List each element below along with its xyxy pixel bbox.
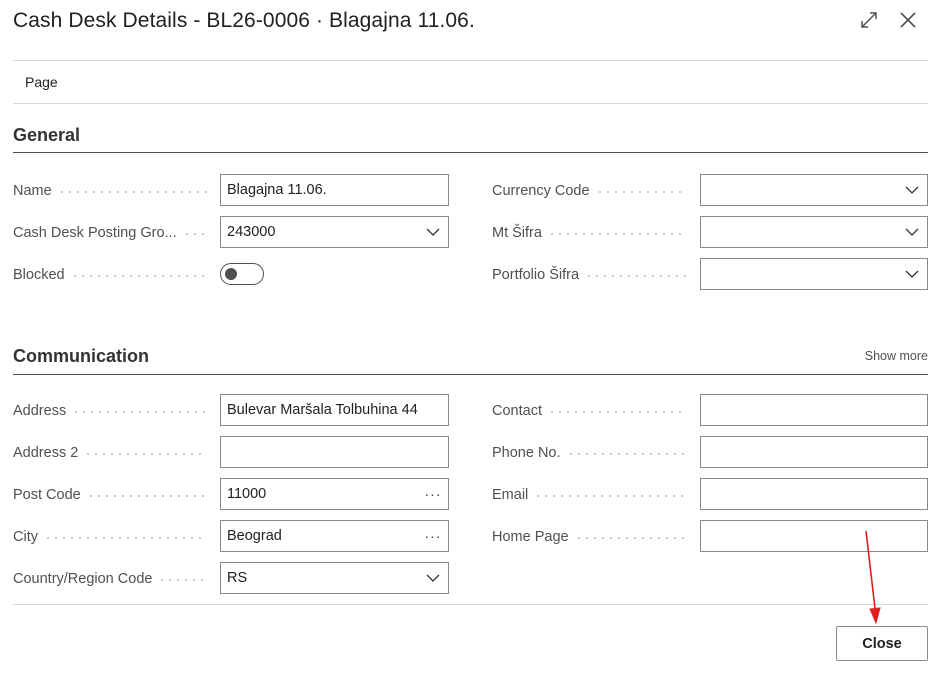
name-field[interactable]: Blagajna 11.06.	[220, 174, 449, 206]
section-line-general	[13, 152, 928, 153]
chevron-down-icon	[897, 270, 927, 278]
section-line-communication	[13, 374, 928, 375]
label-name: Name	[13, 175, 213, 207]
label-email: Email	[492, 479, 692, 511]
label-post-code: Post Code	[13, 479, 213, 511]
city-field[interactable]: Beograd ···	[220, 520, 449, 552]
label-portfolio-sifra: Portfolio Šifra	[492, 259, 692, 291]
posting-group-select[interactable]: 243000	[220, 216, 449, 248]
label-city: City	[13, 521, 213, 553]
label-address: Address	[13, 395, 213, 427]
post-code-field[interactable]: 11000 ···	[220, 478, 449, 510]
label-home-page: Home Page	[492, 521, 692, 553]
tab-page[interactable]: Page	[25, 74, 58, 90]
label-contact: Contact	[492, 395, 692, 427]
label-mt-sifra: Mt Šifra	[492, 217, 692, 249]
footer-divider	[13, 604, 928, 605]
label-address-2: Address 2	[13, 437, 213, 469]
section-title-communication: Communication	[13, 346, 150, 366]
contact-field[interactable]	[700, 394, 928, 426]
lookup-ellipsis-icon[interactable]: ···	[418, 486, 448, 502]
address-2-field[interactable]	[220, 436, 449, 468]
label-posting-group: Cash Desk Posting Gro...	[13, 217, 213, 249]
address-field[interactable]: Bulevar Maršala Tolbuhina 44	[220, 394, 449, 426]
lookup-ellipsis-icon[interactable]: ···	[418, 528, 448, 544]
header-divider	[13, 60, 928, 61]
currency-code-select[interactable]	[700, 174, 928, 206]
portfolio-sifra-select[interactable]	[700, 258, 928, 290]
tab-divider	[13, 103, 928, 104]
blocked-toggle[interactable]	[220, 263, 264, 285]
expand-button[interactable]	[857, 8, 881, 32]
close-button[interactable]: Close	[836, 626, 928, 661]
email-field[interactable]	[700, 478, 928, 510]
label-phone-no: Phone No.	[492, 437, 692, 469]
close-icon	[900, 12, 916, 28]
mt-sifra-select[interactable]	[700, 216, 928, 248]
page-title: Cash Desk Details - BL26-0006 · Blagajna…	[13, 9, 475, 32]
chevron-down-icon	[418, 574, 448, 582]
chevron-down-icon	[418, 228, 448, 236]
section-title-general: General	[13, 125, 81, 145]
label-blocked: Blocked	[13, 259, 213, 291]
home-page-field[interactable]	[700, 520, 928, 552]
toggle-knob	[225, 268, 237, 280]
close-window-button[interactable]	[896, 8, 920, 32]
show-more-link[interactable]: Show more	[865, 349, 928, 363]
expand-icon	[861, 12, 877, 28]
country-region-select[interactable]: RS	[220, 562, 449, 594]
chevron-down-icon	[897, 186, 927, 194]
phone-no-field[interactable]	[700, 436, 928, 468]
label-country-region: Country/Region Code	[13, 563, 213, 595]
chevron-down-icon	[897, 228, 927, 236]
label-currency-code: Currency Code	[492, 175, 692, 207]
